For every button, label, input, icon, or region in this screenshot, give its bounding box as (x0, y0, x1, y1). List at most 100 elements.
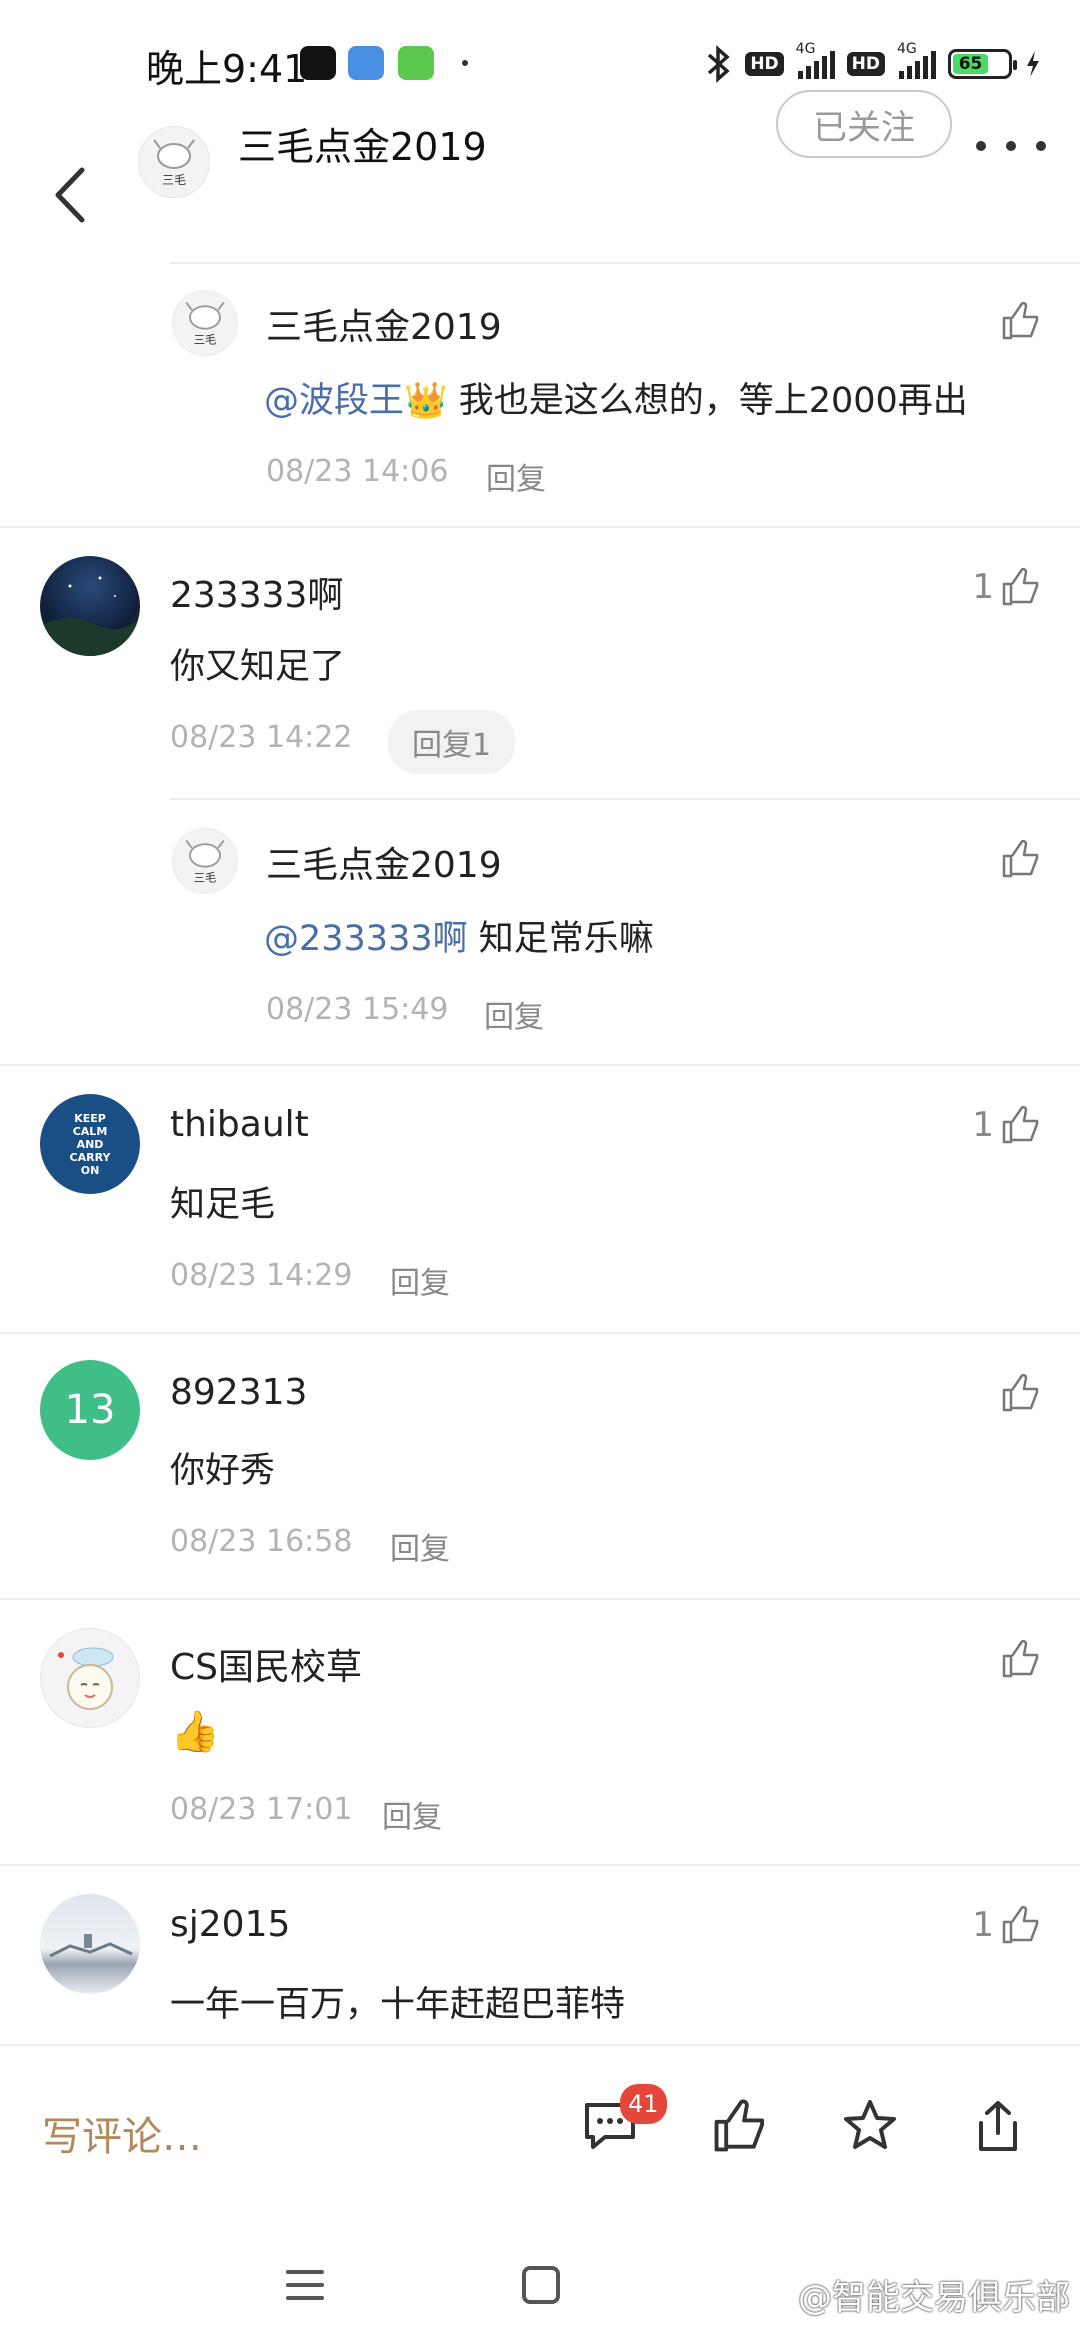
goat-logo-icon: 三毛 (185, 301, 225, 347)
comment-body: 我也是这么想的，等上2000再出 (447, 381, 968, 421)
follow-button[interactable]: 已关注 (776, 90, 952, 158)
like-count: 1 (972, 1105, 994, 1145)
reply-button[interactable]: 回复 (382, 1792, 442, 1836)
thumbs-up-icon (1002, 1105, 1039, 1144)
like-button[interactable]: 1 (972, 1104, 1042, 1146)
comment-item: KEEP CALM AND CARRY ON thibault 1 知足毛 08… (0, 1066, 1080, 1332)
thumbs-up-icon (1002, 1905, 1039, 1944)
system-nav-bar: @智能交易俱乐部 (0, 2214, 1080, 2340)
star-icon (844, 2100, 896, 2149)
write-comment-input[interactable]: 写评论… (42, 2104, 202, 2162)
dot-icon (1036, 141, 1046, 151)
header: 三毛 三毛点金2019 已关注 (0, 90, 1080, 260)
like-count: 1 (972, 1905, 994, 1945)
chevron-left-icon (55, 167, 85, 223)
comment-item: 13 892313 你好秀 08/23 16:58 回复 (0, 1334, 1080, 1600)
status-right: HD 4G HD 4G 65 (705, 41, 1042, 84)
comment-time: 08/23 14:22 (170, 720, 353, 755)
signal-icon-2: 4G (897, 41, 936, 79)
like-button[interactable] (1000, 1372, 1042, 1414)
share-button[interactable] (966, 2094, 1030, 2158)
video-app-icon (300, 46, 336, 80)
thumbs-up-icon (1002, 567, 1039, 606)
comment-time: 08/23 14:06 (266, 454, 449, 489)
back-button[interactable] (44, 160, 104, 230)
comment-item: 233333啊 1 你又知足了 08/23 14:22 回复1 (0, 528, 1080, 798)
commenter-name[interactable]: 892313 (170, 1372, 307, 1413)
more-options-button[interactable] (976, 126, 1046, 166)
nav-menu-button[interactable] (280, 2260, 330, 2310)
thumbs-up-icon (1002, 1639, 1039, 1678)
commenter-name[interactable]: 三毛点金2019 (266, 836, 502, 888)
comment-time: 08/23 17:01 (170, 1792, 353, 1827)
favorite-button[interactable] (838, 2094, 902, 2158)
view-replies-button[interactable]: 回复1 (388, 710, 516, 774)
commenter-avatar[interactable] (40, 1894, 140, 1994)
mention-link[interactable]: @波段王👑 (264, 381, 448, 421)
like-button[interactable] (1000, 300, 1042, 342)
reply-comment: 三毛 三毛点金2019 @波段王👑 我也是这么想的，等上2000再出 08/23… (0, 262, 1080, 528)
reply-button[interactable]: 回复 (390, 1258, 450, 1302)
comment-item: sj2015 1 一年一百万，十年赶超巴菲特 (0, 1866, 1080, 2046)
commenter-avatar[interactable] (40, 1628, 140, 1728)
charging-icon (1027, 51, 1039, 77)
commenter-avatar[interactable]: 三毛 (172, 828, 238, 894)
comment-text: 你又知足了 (170, 647, 346, 687)
avatar-text: 13 (64, 1387, 116, 1433)
square-home-icon (522, 2266, 560, 2304)
reply-button[interactable]: 回复 (390, 1524, 450, 1568)
hd-badge-1: HD (745, 52, 784, 76)
reply-comment: 三毛 三毛点金2019 @233333啊 知足常乐嘛 08/23 15:49 回… (0, 800, 1080, 1066)
comment-text: 一年一百万，十年赶超巴菲特 (170, 1985, 626, 2025)
comment-text: 👍 (170, 1709, 220, 1755)
comment-count-badge: 41 (620, 2084, 667, 2124)
status-time: 晚上9:41 (146, 47, 308, 91)
bluetooth-icon (708, 45, 730, 83)
nav-home-button[interactable] (516, 2260, 566, 2310)
bird-app-icon (348, 46, 384, 80)
comment-body: 知足常乐嘛 (467, 919, 654, 959)
watermark: @智能交易俱乐部 (798, 2278, 1070, 2318)
commenter-name[interactable]: 233333啊 (170, 566, 343, 618)
like-article-button[interactable] (708, 2094, 772, 2158)
reply-button[interactable]: 回复 (484, 992, 544, 1036)
commenter-avatar[interactable]: 13 (40, 1360, 140, 1460)
comment-text: @波段王👑 我也是这么想的，等上2000再出 (264, 372, 968, 423)
like-button[interactable]: 1 (972, 566, 1042, 608)
dot-icon (1006, 141, 1016, 151)
commenter-name[interactable]: CS国民校草 (170, 1638, 362, 1690)
thumbs-up-icon (714, 2099, 765, 2152)
svg-text:三毛: 三毛 (162, 173, 186, 187)
page-title: 三毛点金2019 (238, 125, 487, 169)
svg-text:三毛: 三毛 (194, 334, 217, 347)
commenter-name[interactable]: thibault (170, 1104, 309, 1145)
comment-text: @233333啊 知足常乐嘛 (264, 910, 654, 961)
share-icon (979, 2101, 1017, 2151)
commenter-name[interactable]: sj2015 (170, 1904, 290, 1945)
like-button[interactable]: 1 (972, 1904, 1042, 1946)
battery-icon: 65 (948, 49, 1017, 79)
like-button[interactable] (1000, 838, 1042, 880)
commenter-avatar[interactable] (40, 556, 140, 656)
comment-time: 08/23 15:49 (266, 992, 449, 1027)
author-avatar[interactable]: 三毛 (138, 126, 210, 198)
avatar-text: KEEP CALM AND CARRY ON (69, 1111, 111, 1177)
reply-button[interactable]: 回复 (486, 454, 546, 498)
thumbs-up-icon (1002, 1373, 1039, 1412)
cartoon-face-avatar-icon (58, 1647, 114, 1710)
battery-level: 65 (953, 54, 989, 74)
mention-link[interactable]: @233333啊 (264, 919, 468, 959)
thumbs-up-icon (1002, 839, 1039, 878)
commenter-avatar[interactable]: 三毛 (172, 290, 238, 356)
like-button[interactable] (1000, 1638, 1042, 1680)
commenter-name[interactable]: 三毛点金2019 (266, 298, 502, 350)
thumbs-up-icon (1002, 301, 1039, 340)
goat-logo-icon: 三毛 (153, 139, 195, 187)
like-count: 1 (972, 567, 994, 607)
bottom-action-bar: 写评论… 41 (0, 2044, 1080, 2214)
hd-badge-2: HD (846, 52, 885, 76)
commenter-avatar[interactable]: KEEP CALM AND CARRY ON (40, 1094, 140, 1194)
dot-icon (976, 141, 986, 151)
starry-sky-avatar-icon (40, 576, 140, 656)
comment-text: 你好秀 (170, 1451, 276, 1491)
